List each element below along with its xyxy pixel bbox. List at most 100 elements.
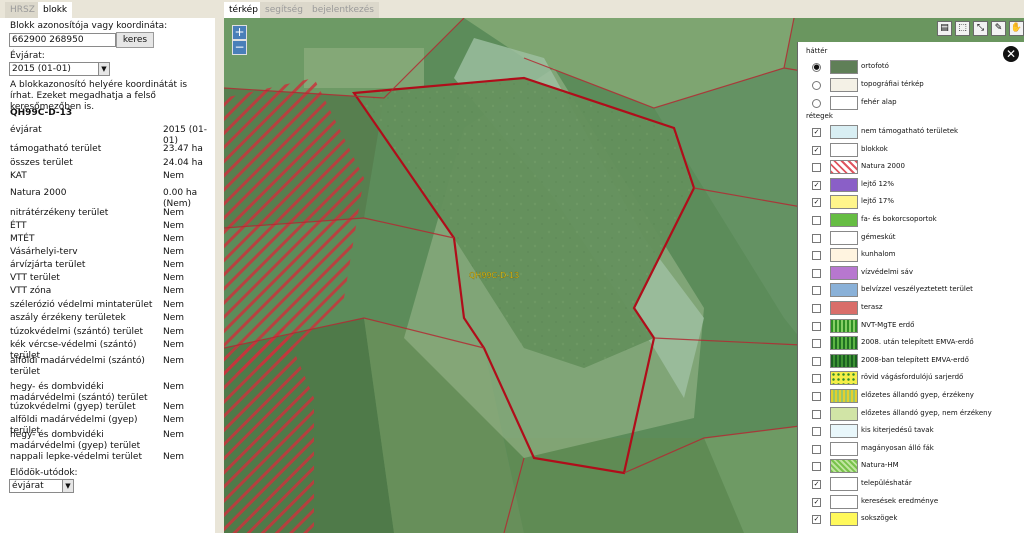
layer-checkbox[interactable] [812, 356, 821, 366]
layer-item[interactable]: ✓ keresések eredménye [798, 494, 1024, 509]
layer-checkbox[interactable] [812, 268, 821, 278]
layer-checkbox[interactable] [812, 304, 821, 313]
legend-label: sokszögek [861, 514, 898, 523]
layer-item[interactable]: terasz [798, 301, 1024, 315]
background-option[interactable]: topográfiai térkép [798, 78, 1024, 92]
layer-item[interactable]: vízvédelmi sáv [798, 265, 1024, 280]
background-radio[interactable] [812, 99, 821, 108]
layer-checkbox[interactable] [812, 286, 821, 296]
layer-checkbox[interactable]: ✓ [812, 128, 821, 137]
layer-item[interactable]: NVT-MgTE erdő [798, 318, 1024, 333]
tab-bejelentkezes[interactable]: bejelentkezés [307, 2, 379, 18]
zoom-in-button[interactable]: + [232, 25, 247, 40]
layer-checkbox[interactable]: ✓ [812, 145, 821, 155]
print-icon[interactable]: ▤ [937, 21, 952, 36]
legend-swatch-icon [830, 424, 858, 439]
layer-checkbox[interactable] [812, 216, 821, 225]
layer-item[interactable]: ✓ blokkok [798, 142, 1024, 157]
legend-label: nem támogatható területek [861, 127, 959, 135]
attribute-value: Nem [163, 382, 185, 392]
layer-checkbox[interactable] [812, 321, 821, 331]
layer-item[interactable]: ✓ településhatár [798, 477, 1024, 491]
layer-checkbox[interactable] [812, 392, 821, 401]
tab-segitseg[interactable]: segítség [260, 2, 308, 18]
tab-terkep[interactable]: térkép [224, 2, 263, 18]
layer-item[interactable]: előzetes állandó gyep, érzékeny [798, 389, 1024, 403]
layer-checkbox[interactable] [812, 427, 821, 437]
search-button[interactable]: keres [116, 32, 154, 48]
legend-swatch-icon [830, 195, 858, 210]
background-option[interactable]: ● ortofotó [798, 60, 1024, 74]
attribute-value: Nem [163, 286, 185, 296]
attribute-name: VTT terület [10, 273, 60, 283]
measure-icon[interactable]: ⤡ [973, 21, 988, 36]
tab-blokk[interactable]: blokk [38, 2, 73, 18]
layer-checkbox[interactable]: ✓ [812, 515, 821, 525]
layer-item[interactable]: ✓ sokszögek [798, 512, 1024, 527]
legend-swatch-icon [830, 78, 858, 92]
layer-item[interactable]: 2008. után telepített EMVA-erdő [798, 336, 1024, 351]
legend-panel: háttér ● ortofotó topográfiai térkép fehér … [797, 42, 1024, 533]
legend-swatch-icon [830, 512, 858, 527]
attribute-name: ÉTT [10, 221, 27, 231]
attribute-value: Nem [163, 327, 185, 337]
layer-item[interactable]: előzetes állandó gyep, nem érzékeny [798, 406, 1024, 421]
legend-label: topográfiai térkép [861, 80, 924, 88]
layer-item[interactable]: Natura 2000 [798, 160, 1024, 175]
background-option[interactable]: fehér alap [798, 96, 1024, 110]
layer-checkbox[interactable] [812, 409, 821, 419]
layer-item[interactable]: Natura-HM [798, 459, 1024, 474]
layer-item[interactable]: kunhalom [798, 248, 1024, 263]
attribute-value: Nem [163, 415, 185, 425]
layer-item[interactable]: gémeskút [798, 230, 1024, 245]
layer-item[interactable]: ✓ lejtő 17% [798, 195, 1024, 210]
legend-label: belvízzel veszélyeztetett terület [861, 285, 973, 294]
layer-checkbox[interactable] [812, 339, 821, 349]
attribute-value: 24.04 ha [163, 158, 203, 168]
layer-checkbox[interactable] [812, 233, 821, 243]
background-radio[interactable] [812, 81, 821, 90]
layer-item[interactable]: rövid vágásfordulójú sarjerdő [798, 371, 1024, 386]
layer-item[interactable]: 2008-ban telepített EMVA-erdő [798, 353, 1024, 368]
draw-polygon-icon[interactable]: ✎ [991, 21, 1006, 36]
layer-checkbox[interactable]: ✓ [812, 198, 821, 208]
attribute-name: árvízjárta terület [10, 260, 86, 270]
attribute-name: összes terület [10, 158, 73, 168]
close-icon[interactable]: ✕ [1003, 46, 1019, 62]
layer-item[interactable]: kis kiterjedésű tavak [798, 424, 1024, 439]
layers-header: rétegek [806, 112, 833, 120]
attribute-value: Nem [163, 430, 185, 440]
legend-swatch-icon [830, 353, 858, 368]
attribute-value: Nem [163, 247, 185, 257]
layer-checkbox[interactable]: ✓ [812, 480, 821, 489]
layer-item[interactable]: magányosan álló fák [798, 441, 1024, 456]
attribute-value: Nem [163, 221, 185, 231]
layer-checkbox[interactable] [812, 444, 821, 454]
year-select[interactable]: 2015 (01-01) ▼ [9, 62, 110, 76]
legend-swatch-icon [830, 125, 858, 139]
layer-item[interactable]: ✓ lejtő 12% [798, 177, 1024, 192]
search-input[interactable]: 662900 268950 [9, 33, 116, 47]
layer-checkbox[interactable] [812, 462, 821, 472]
chevron-down-icon: ▼ [62, 480, 73, 492]
zoom-out-button[interactable]: − [232, 40, 247, 55]
attribute-name: Natura 2000 [10, 188, 67, 198]
legend-swatch-icon [830, 301, 858, 315]
layer-item[interactable]: fa- és bokorcsoportok [798, 213, 1024, 227]
background-radio[interactable]: ● [812, 63, 821, 72]
attribute-name: KAT [10, 171, 27, 181]
layer-item[interactable]: ✓ nem támogatható területek [798, 125, 1024, 139]
layer-checkbox[interactable]: ✓ [812, 497, 821, 507]
attribute-name: VTT zóna [10, 286, 52, 296]
layer-item[interactable]: belvízzel veszélyeztetett terület [798, 283, 1024, 298]
legend-label: vízvédelmi sáv [861, 267, 913, 276]
layer-checkbox[interactable] [812, 163, 821, 173]
legend-swatch-icon [830, 142, 858, 157]
select-area-icon[interactable]: ⬚ [955, 21, 970, 36]
layer-checkbox[interactable] [812, 374, 821, 384]
layer-checkbox[interactable] [812, 251, 821, 261]
predecessors-select[interactable]: évjárat ▼ [9, 479, 74, 493]
tab-hrsz[interactable]: HRSZ [5, 2, 40, 18]
layer-checkbox[interactable]: ✓ [812, 180, 821, 190]
pan-hand-icon[interactable]: ✋ [1009, 21, 1024, 36]
